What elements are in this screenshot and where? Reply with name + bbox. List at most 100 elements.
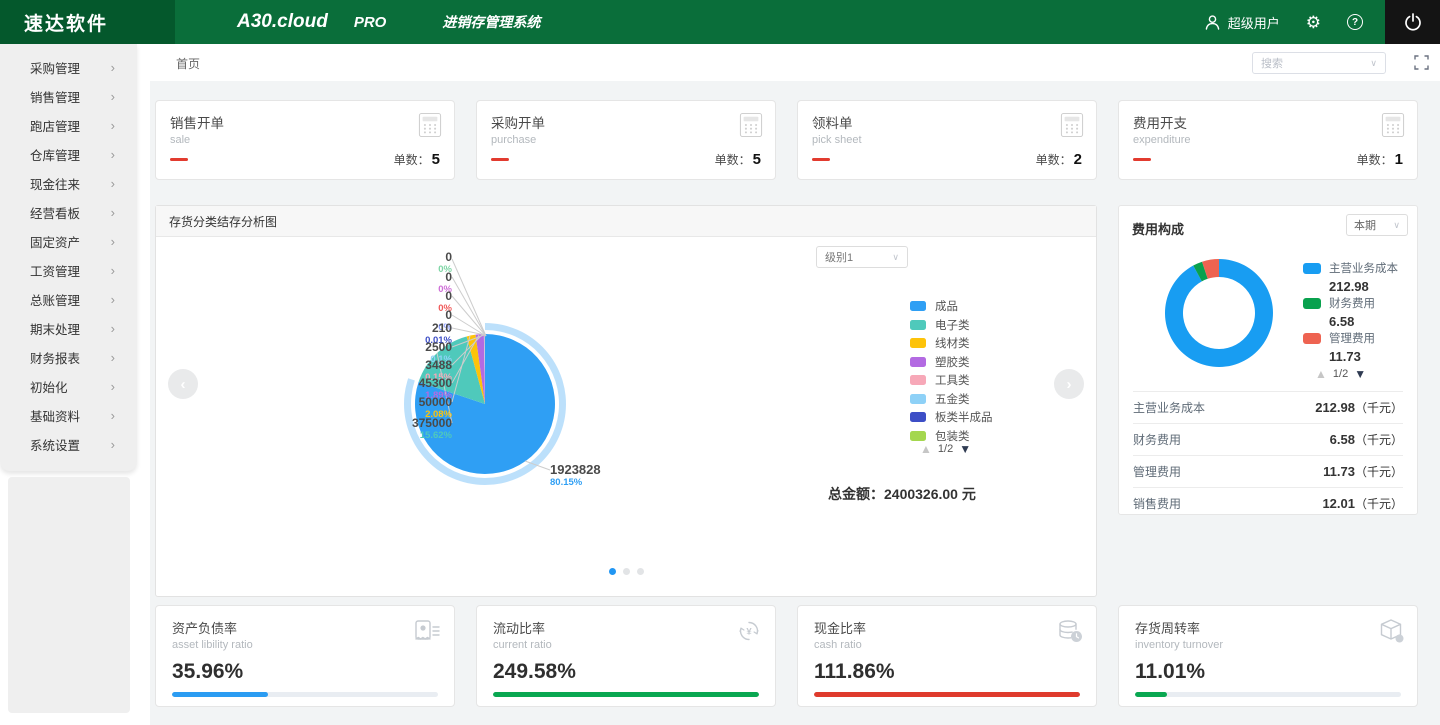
legend-item[interactable]: 线材类 <box>910 334 993 353</box>
page-indicator: 1/2 <box>937 443 954 455</box>
expense-row: 财务费用 6.58（千元） <box>1133 423 1403 455</box>
chevron-left-icon: ‹ <box>180 375 186 393</box>
refresh-yen-icon: ¥ <box>739 621 759 641</box>
wallet-icon <box>415 620 440 640</box>
sidebar-item-purchase[interactable]: 采购管理 › <box>0 53 137 82</box>
pie-legend: 成品 电子类 线材类 塑胶类 工具类 五金类 板类半成品 包装类 <box>910 297 993 445</box>
tab-home[interactable]: 首页 <box>176 55 200 72</box>
legend-item[interactable]: 财务费用 6.58 <box>1303 295 1375 329</box>
sidebar-item-period-end[interactable]: 期末处理 › <box>0 314 137 343</box>
ratio-card-current-ratio[interactable]: 流动比率 current ratio ¥ 249.58% <box>476 605 776 707</box>
chevron-down-icon: ∨ <box>1393 219 1400 230</box>
sidebar-item-store-run[interactable]: 跑店管理 › <box>0 111 137 140</box>
legend-pagination: ▲ 1/2 ▼ <box>920 443 971 455</box>
carousel-dot-active[interactable] <box>608 568 616 575</box>
user-menu[interactable]: 超级用户 <box>1204 13 1280 32</box>
chevron-right-icon: › <box>110 89 115 104</box>
sidebar-item-system-settings[interactable]: 系统设置 › <box>0 430 137 459</box>
legend-item[interactable]: 成品 <box>910 297 993 316</box>
sidebar-item-warehouse[interactable]: 仓库管理 › <box>0 140 137 169</box>
legend-item[interactable]: 工具类 <box>910 371 993 390</box>
legend-swatch <box>910 338 926 349</box>
sidebar-item-base-data[interactable]: 基础资料 › <box>0 401 137 430</box>
red-dash <box>1133 158 1151 161</box>
chevron-right-icon: › <box>110 321 115 336</box>
tab-bar: 首页 搜索 ∨ <box>150 44 1440 81</box>
product-edition: PRO <box>353 13 387 31</box>
summary-card-purchase[interactable]: 采购开单 purchase 单数： 5 <box>476 100 776 180</box>
carousel-dot[interactable] <box>622 568 630 575</box>
chevron-down-icon: ∨ <box>892 251 899 262</box>
calculator-icon <box>1060 113 1084 137</box>
fullscreen-icon[interactable] <box>1414 55 1429 70</box>
page-down-icon[interactable]: ▼ <box>1354 368 1366 380</box>
summary-card-sale[interactable]: 销售开单 sale 单数： 5 <box>155 100 455 180</box>
logout-power-button[interactable] <box>1385 0 1440 44</box>
ratio-card-asset-liability[interactable]: 资产负债率 asset libility ratio 35.96% <box>155 605 455 707</box>
carousel-dot[interactable] <box>636 568 644 575</box>
page-up-icon[interactable]: ▲ <box>920 443 932 455</box>
sidebar-item-cash[interactable]: 现金往来 › <box>0 169 137 198</box>
legend-item[interactable]: 板类半成品 <box>910 408 993 427</box>
period-select[interactable]: 本期 ∨ <box>1346 214 1408 236</box>
sidebar-item-sales[interactable]: 销售管理 › <box>0 82 137 111</box>
summary-card-pick-sheet[interactable]: 领料单 pick sheet 单数： 2 <box>797 100 1097 180</box>
chevron-right-icon: › <box>110 437 115 452</box>
sidebar-item-initialization[interactable]: 初始化 › <box>0 372 137 401</box>
header-actions: 超级用户 ⚙ ? <box>1204 0 1440 44</box>
svg-text:¥: ¥ <box>746 627 752 638</box>
help-icon[interactable]: ? <box>1347 14 1363 30</box>
legend-item[interactable]: 主营业务成本 212.98 <box>1303 260 1398 294</box>
count-value: 5 <box>431 151 440 168</box>
total-amount: 总金额：2400326.00 元 <box>828 486 976 502</box>
sidebar-lower-panel <box>8 477 130 713</box>
pie-callout: 375000 15.62% <box>411 416 452 441</box>
pie-callout: 1923828 80.15% <box>550 462 601 488</box>
sidebar-item-financial-reports[interactable]: 财务报表 › <box>0 343 137 372</box>
sidebar-item-dashboard[interactable]: 经营看板 › <box>0 198 137 227</box>
carousel-prev-button[interactable]: ‹ <box>168 369 198 399</box>
ratio-card-cash-ratio[interactable]: 现金比率 cash ratio 111.86% <box>797 605 1097 707</box>
sidebar-item-fixed-assets[interactable]: 固定资产 › <box>0 227 137 256</box>
page-down-icon[interactable]: ▼ <box>959 443 971 455</box>
panel-title: 费用构成 <box>1132 222 1185 237</box>
level-select[interactable]: 级别1 ∨ <box>816 246 908 268</box>
chevron-right-icon: › <box>110 176 115 191</box>
calculator-icon <box>739 113 763 137</box>
progress-track <box>1135 692 1401 697</box>
sidebar-menu: 采购管理 › 销售管理 › 跑店管理 › 仓库管理 › 现金往来 › 经营看板 › 固定资产… <box>0 44 137 471</box>
summary-card-expenditure[interactable]: 费用开支 expenditure 单数： 1 <box>1118 100 1418 180</box>
sidebar-item-general-ledger[interactable]: 总账管理 › <box>0 285 137 314</box>
red-dash <box>812 158 830 161</box>
calculator-icon <box>1381 113 1405 137</box>
main-content: 销售开单 sale 单数： 5 采购开单 purchase 单数： 5 领料单 pi… <box>150 81 1440 725</box>
legend-swatch <box>910 356 926 367</box>
carousel-next-button[interactable]: › <box>1054 369 1084 399</box>
legend-swatch <box>1303 262 1321 274</box>
progress-fill <box>493 692 759 697</box>
chevron-right-icon: › <box>110 263 115 278</box>
carousel-dots <box>156 568 1096 575</box>
pie-chart-area: 级别1 ∨ 0 0% 0 0% 0 0% 0 0% 210 0.01% 2500 0.1% … <box>156 237 1096 597</box>
expense-row: 销售费用 12.01（千元） <box>1133 487 1403 519</box>
sidebar-item-payroll[interactable]: 工资管理 › <box>0 256 137 285</box>
chevron-right-icon: › <box>110 234 115 249</box>
settings-gear-icon[interactable]: ⚙ <box>1306 14 1321 31</box>
legend-item[interactable]: 五金类 <box>910 390 993 409</box>
page-up-icon[interactable]: ▲ <box>1315 368 1327 380</box>
legend-swatch <box>910 319 926 330</box>
app-header: 速达软件 A30.cloud PRO 进销存管理系统 超级用户 ⚙ ? <box>0 0 1440 44</box>
progress-track <box>493 692 759 697</box>
coins-clock-icon <box>1059 620 1082 642</box>
legend-item[interactable]: 电子类 <box>910 316 993 335</box>
legend-swatch <box>910 430 926 441</box>
count-value: 5 <box>752 151 761 168</box>
count-value: 2 <box>1073 151 1082 168</box>
legend-item[interactable]: 塑胶类 <box>910 353 993 372</box>
search-select[interactable]: 搜索 ∨ <box>1252 52 1386 74</box>
ratio-card-inventory-turnover[interactable]: 存货周转率 inventory turnover 11.01% <box>1118 605 1418 707</box>
legend-item[interactable]: 管理费用 11.73 <box>1303 330 1375 364</box>
chevron-right-icon: › <box>110 292 115 307</box>
power-icon <box>1404 13 1421 31</box>
legend-swatch <box>910 375 926 386</box>
